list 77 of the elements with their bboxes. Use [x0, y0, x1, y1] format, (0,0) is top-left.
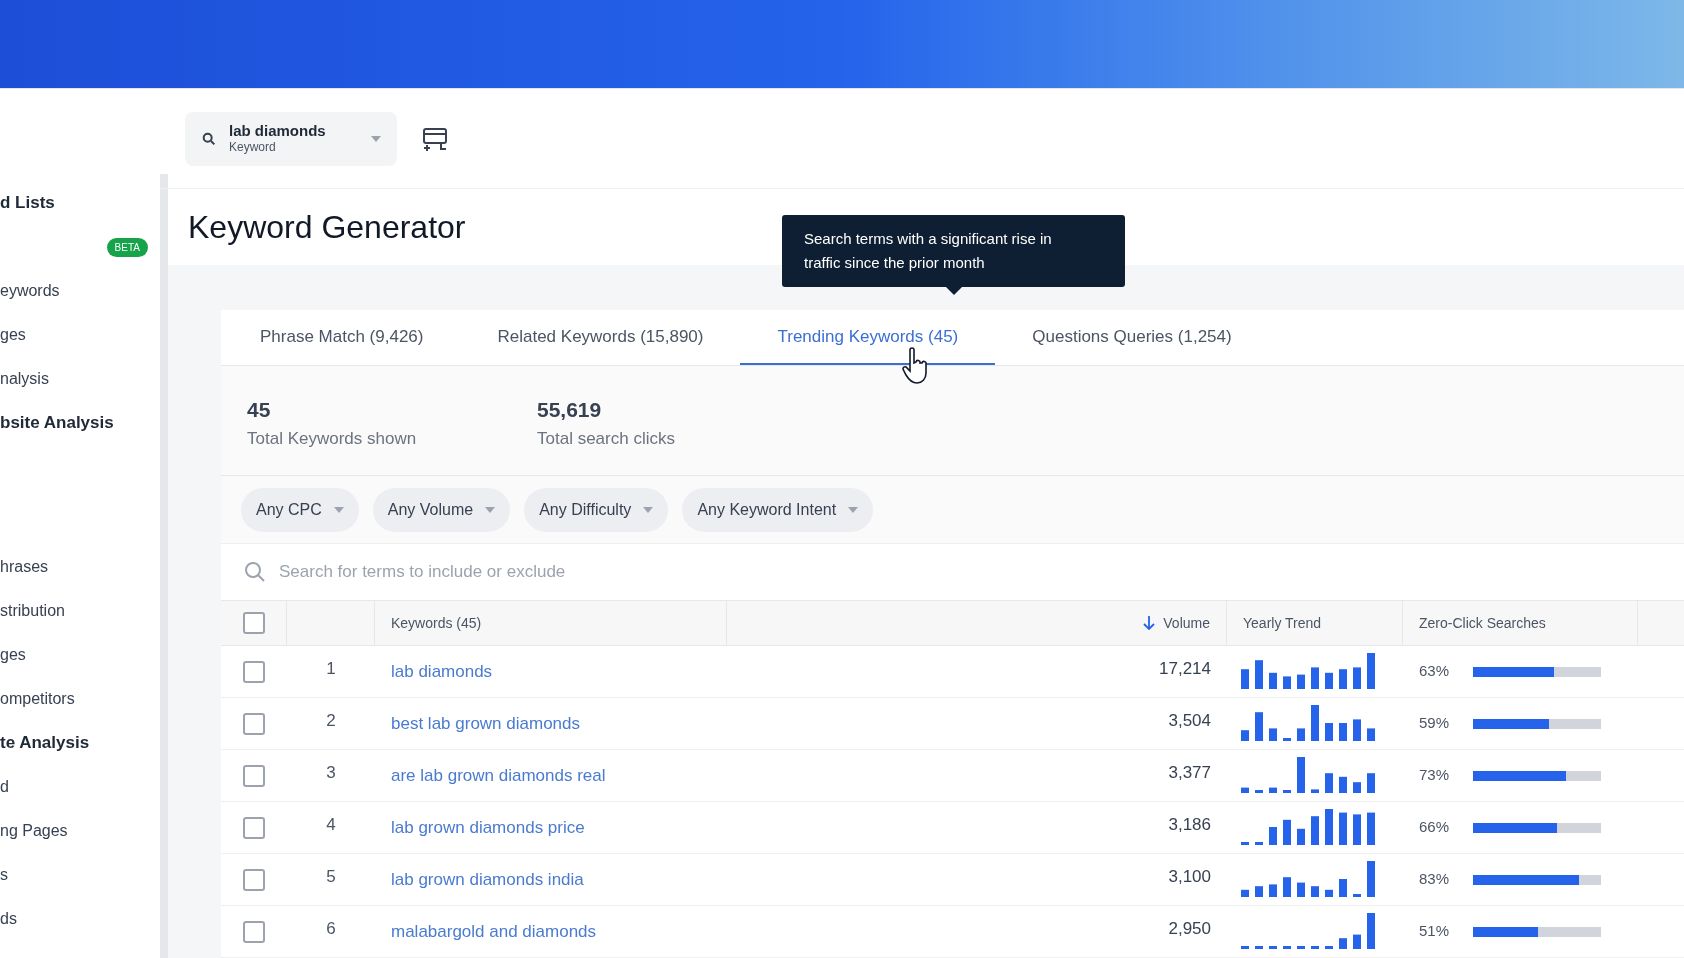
filter-search-field[interactable]: Search for terms to include or exclude — [279, 557, 1684, 587]
caret-icon — [333, 506, 344, 513]
sidebar-heading: te Analysis — [0, 732, 90, 755]
sidebar-item[interactable]: stribution — [0, 599, 65, 623]
zero-click-percent: 83% — [1419, 869, 1451, 890]
stat-label: Total search clicks — [537, 427, 676, 450]
row-checkbox[interactable] — [243, 764, 265, 787]
row-number: 3 — [326, 762, 336, 784]
row-number: 2 — [326, 710, 336, 732]
row-checkbox[interactable] — [243, 920, 265, 943]
tab[interactable]: Related Keywords (15,890) — [460, 310, 741, 365]
stat-value: 45 — [247, 397, 272, 423]
sort-down-icon — [1143, 616, 1156, 630]
sidebar-item[interactable]: ds — [0, 907, 17, 931]
sidebar-item[interactable]: ompetitors — [0, 687, 75, 711]
keyword-link[interactable]: lab grown diamonds india — [391, 869, 584, 889]
search-icon — [243, 560, 267, 584]
volume-value: 2,950 — [1168, 918, 1211, 940]
column-header[interactable]: Yearly Trend — [1243, 612, 1322, 634]
row-number: 5 — [326, 866, 336, 888]
column-header[interactable]: Volume — [1163, 612, 1210, 634]
row-checkbox[interactable] — [243, 868, 265, 891]
select-all-checkbox[interactable] — [242, 612, 265, 634]
filter-dropdown[interactable]: Any CPC — [241, 487, 359, 532]
beta-badge: BETA — [106, 237, 148, 257]
zero-click-percent: 66% — [1419, 817, 1451, 838]
zero-click-percent: 51% — [1419, 921, 1451, 942]
keyword-search-field[interactable]: lab diamonds Keyword — [185, 111, 397, 166]
search-value: lab diamonds — [229, 121, 327, 141]
sidebar-item[interactable]: s — [0, 863, 8, 887]
sidebar-item[interactable]: ng Pages — [0, 819, 68, 843]
zero-click-percent: 63% — [1419, 661, 1451, 682]
keyword-link[interactable]: malabargold and diamonds — [391, 921, 597, 941]
row-number: 4 — [326, 814, 336, 836]
row-number: 1 — [326, 658, 336, 680]
caret-icon — [485, 506, 496, 513]
tab[interactable]: Phrase Match (9,426) — [223, 310, 461, 365]
tooltip-pointer — [945, 287, 962, 295]
volume-value: 3,186 — [1168, 814, 1211, 836]
volume-value: 3,377 — [1168, 762, 1211, 784]
zero-click-percent: 59% — [1419, 713, 1451, 734]
row-checkbox[interactable] — [243, 660, 265, 683]
sidebar-item[interactable]: ges — [0, 323, 26, 347]
keyword-link[interactable]: are lab grown diamonds real — [391, 765, 606, 785]
sidebar-item[interactable]: ges — [0, 643, 26, 667]
row-checkbox[interactable] — [243, 712, 265, 735]
search-type: Keyword — [229, 140, 277, 156]
sidebar-item[interactable]: nalysis — [0, 367, 49, 391]
sidebar-item[interactable]: d — [0, 775, 9, 799]
caret-icon — [371, 135, 381, 142]
keyword-link[interactable]: lab grown diamonds price — [391, 817, 585, 837]
stat-value: 55,619 — [537, 397, 603, 423]
volume-value: 3,100 — [1168, 866, 1211, 888]
volume-value: 17,214 — [1159, 658, 1211, 680]
row-number: 6 — [326, 918, 336, 940]
filter-dropdown[interactable]: Any Volume — [372, 487, 511, 532]
tab[interactable]: Questions Queries (1,254) — [995, 310, 1269, 365]
stat-label: Total Keywords shown — [247, 427, 418, 450]
tooltip: Search terms with a significant rise in traffic since the prior month — [782, 215, 1125, 287]
sidebar-heading: bsite Analysis — [0, 412, 114, 435]
keyword-link[interactable]: lab diamonds — [391, 661, 493, 681]
column-header[interactable]: Zero-Click Searches — [1419, 612, 1546, 634]
filter-dropdown[interactable]: Any Difficulty — [524, 487, 669, 532]
filter-dropdown[interactable]: Any Keyword Intent — [682, 487, 874, 532]
column-header[interactable]: Keywords (45) — [391, 612, 482, 634]
sidebar-item[interactable]: hrases — [0, 555, 49, 579]
row-checkbox[interactable] — [243, 816, 265, 839]
page-title: Keyword Generator — [188, 208, 466, 247]
zero-click-percent: 73% — [1419, 765, 1451, 786]
keyword-link[interactable]: best lab grown diamonds — [391, 713, 580, 733]
volume-value: 3,504 — [1168, 710, 1211, 732]
sidebar-item[interactable]: eywords — [0, 279, 60, 303]
sidebar-heading: d Lists — [0, 192, 55, 215]
search-icon — [201, 130, 217, 147]
add-list-icon[interactable] — [421, 125, 449, 152]
caret-icon — [848, 506, 859, 513]
caret-icon — [643, 506, 654, 513]
